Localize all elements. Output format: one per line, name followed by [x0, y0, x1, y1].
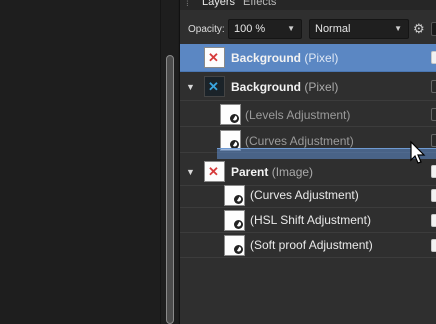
visibility-checkbox[interactable]: [431, 51, 436, 64]
visibility-checkbox[interactable]: [431, 214, 436, 227]
visibility-checkbox[interactable]: [431, 108, 436, 121]
layer-label: Background (Pixel): [231, 80, 338, 94]
pixel-thumbnail-icon: ✕: [208, 50, 219, 65]
layers-list: ✕ Background (Pixel) ▼ ✕ Background (Pix…: [180, 44, 436, 324]
visibility-checkbox[interactable]: [431, 80, 436, 93]
layer-row-soft-proof-adjustment[interactable]: (Soft proof Adjustment): [180, 233, 436, 258]
visibility-checkbox[interactable]: [431, 134, 436, 147]
layer-row-hsl-shift-adjustment[interactable]: (HSL Shift Adjustment): [180, 208, 436, 233]
visibility-checkbox[interactable]: [431, 165, 436, 178]
chevron-down-icon[interactable]: ▼: [287, 20, 295, 38]
layer-label: (Levels Adjustment): [245, 108, 351, 122]
layer-label: Parent (Image): [231, 165, 313, 179]
layer-thumbnail: [224, 185, 245, 206]
image-thumbnail-icon: ✕: [208, 164, 219, 179]
layer-row-background-selected[interactable]: ✕ Background (Pixel): [180, 44, 436, 72]
layer-row-background[interactable]: ▼ ✕ Background (Pixel): [180, 73, 436, 101]
layer-row-parent[interactable]: ▼ ✕ Parent (Image): [180, 158, 436, 186]
layer-label: (HSL Shift Adjustment): [250, 213, 371, 227]
layer-thumbnail: [224, 210, 245, 231]
layer-kind: (Image): [271, 165, 314, 179]
layer-thumbnail: [224, 235, 245, 256]
mouse-pointer-icon: [410, 140, 426, 164]
vertical-scrollbar[interactable]: [160, 0, 178, 324]
scrollbar-thumb[interactable]: [166, 55, 174, 324]
visibility-checkbox[interactable]: [431, 189, 436, 202]
blend-mode-select[interactable]: Normal ▼: [309, 19, 409, 39]
expand-triangle-icon[interactable]: ▼: [186, 82, 195, 92]
layer-name: Background: [231, 80, 302, 94]
layer-row-levels-adjustment[interactable]: (Levels Adjustment): [180, 102, 436, 127]
pixel-thumbnail-icon: ✕: [208, 79, 219, 94]
drag-drop-indicator: [217, 148, 436, 159]
layer-row-curves-adjustment-child[interactable]: (Curves Adjustment): [180, 183, 436, 208]
layer-options-bar: Opacity: 100 % ▼ Normal ▼ ⚙: [180, 18, 436, 40]
layer-kind: (Pixel): [304, 51, 339, 65]
expand-triangle-icon[interactable]: ▼: [186, 167, 195, 177]
adjustment-icon: [234, 245, 243, 254]
layer-label: (Curves Adjustment): [250, 188, 359, 202]
visibility-checkbox[interactable]: [431, 239, 436, 252]
panel-tab-bar: ⁞ Layers Effects: [180, 0, 436, 10]
tab-layers[interactable]: Layers: [202, 0, 235, 9]
adjustment-icon: [234, 220, 243, 229]
opacity-field[interactable]: 100 % ▼: [228, 19, 302, 39]
adjustment-icon: [230, 114, 239, 123]
layer-kind: (Pixel): [304, 80, 339, 94]
opacity-label: Opacity:: [188, 24, 225, 35]
opacity-value: 100 %: [234, 23, 266, 35]
layer-name: Parent: [231, 165, 269, 179]
tab-effects[interactable]: Effects: [243, 0, 276, 9]
layers-panel: ⁞ Layers Effects Opacity: 100 % ▼ Normal…: [179, 0, 436, 324]
layer-thumbnail: ✕: [204, 76, 225, 97]
lock-checkbox[interactable]: [431, 22, 436, 36]
chevron-down-icon: ▼: [394, 24, 402, 33]
canvas-area: [0, 0, 160, 324]
layer-thumbnail: [220, 104, 241, 125]
layer-label: Background (Pixel): [231, 51, 338, 65]
adjustment-icon: [234, 195, 243, 204]
layer-label: (Curves Adjustment): [245, 134, 354, 148]
layer-thumbnail: ✕: [204, 47, 225, 68]
blend-mode-value: Normal: [315, 23, 351, 35]
layer-thumbnail: ✕: [204, 161, 225, 182]
gear-icon[interactable]: ⚙: [413, 21, 425, 37]
grip-icon[interactable]: ⁞: [186, 0, 192, 10]
layer-name: Background: [231, 51, 302, 65]
layer-label: (Soft proof Adjustment): [250, 238, 373, 252]
